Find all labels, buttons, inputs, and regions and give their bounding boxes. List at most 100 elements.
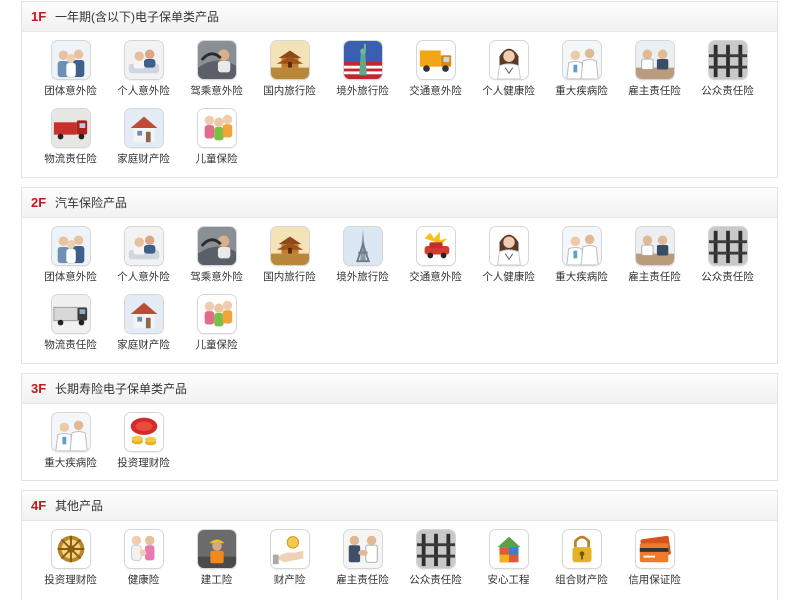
product-item[interactable]: 个人意外险 xyxy=(107,226,180,294)
hand-coin-icon[interactable] xyxy=(269,529,310,569)
product-item[interactable]: 国内旅行险 xyxy=(253,226,326,294)
doctors-icon[interactable] xyxy=(561,40,602,80)
woman-doctor-icon[interactable] xyxy=(488,226,529,266)
gold-wheel-icon[interactable] xyxy=(50,529,91,569)
bridge-structure-icon[interactable] xyxy=(415,529,456,569)
product-item[interactable]: 投资理财险 xyxy=(107,412,180,480)
product-item[interactable]: 家庭财产险 xyxy=(107,108,180,176)
product-label[interactable]: 驾乘意外险 xyxy=(190,85,243,98)
red-lorry-icon[interactable] xyxy=(50,108,91,148)
eiffel-tower-icon[interactable] xyxy=(342,226,383,266)
couple-relaxing-icon[interactable] xyxy=(123,226,164,266)
product-label[interactable]: 物流责任险 xyxy=(44,339,97,352)
couple-relaxing-icon[interactable] xyxy=(123,40,164,80)
group-people-icon[interactable] xyxy=(50,40,91,80)
car-driver-icon[interactable] xyxy=(196,226,237,266)
product-label[interactable]: 投资理财险 xyxy=(44,574,97,587)
product-label[interactable]: 投资理财险 xyxy=(117,457,170,470)
product-label[interactable]: 个人健康险 xyxy=(482,85,535,98)
product-item[interactable]: 公众责任险 xyxy=(691,226,764,294)
children-icon[interactable] xyxy=(196,108,237,148)
product-label[interactable]: 雇主责任险 xyxy=(628,271,681,284)
product-item[interactable]: 物流责任险 xyxy=(34,108,107,176)
product-item[interactable]: 重大疾病险 xyxy=(545,226,618,294)
construction-worker-icon[interactable] xyxy=(196,529,237,569)
product-item[interactable]: 个人意外险 xyxy=(107,40,180,108)
product-item[interactable]: 重大疾病险 xyxy=(34,412,107,480)
product-item[interactable]: 交通意外险 xyxy=(399,226,472,294)
product-label[interactable]: 公众责任险 xyxy=(701,271,754,284)
product-label[interactable]: 雇主责任险 xyxy=(628,85,681,98)
temple-icon[interactable] xyxy=(269,40,310,80)
product-label[interactable]: 公众责任险 xyxy=(701,85,754,98)
product-item[interactable]: 信用保证险 xyxy=(618,529,691,597)
temple-icon[interactable] xyxy=(269,226,310,266)
product-label[interactable]: 交通意外险 xyxy=(409,271,462,284)
family-icon[interactable] xyxy=(123,529,164,569)
product-label[interactable]: 驾乘意外险 xyxy=(190,271,243,284)
business-meeting-icon[interactable] xyxy=(634,226,675,266)
product-label[interactable]: 信用保证险 xyxy=(628,574,681,587)
gold-coins-icon[interactable] xyxy=(123,412,164,452)
children-icon[interactable] xyxy=(196,294,237,334)
product-item[interactable]: 财产险 xyxy=(253,529,326,597)
house-blocks-icon[interactable] xyxy=(488,529,529,569)
product-label[interactable]: 家庭财产险 xyxy=(117,339,170,352)
gold-padlock-icon[interactable] xyxy=(561,529,602,569)
product-item[interactable]: 儿童保险 xyxy=(180,108,253,176)
product-item[interactable]: 雇主责任险 xyxy=(618,40,691,108)
product-label[interactable]: 家庭财产险 xyxy=(117,153,170,166)
bridge-structure-icon[interactable] xyxy=(707,40,748,80)
product-label[interactable]: 儿童保险 xyxy=(196,153,238,166)
bridge-structure-icon[interactable] xyxy=(707,226,748,266)
product-item[interactable]: 重大疾病险 xyxy=(545,40,618,108)
product-label[interactable]: 财产险 xyxy=(274,574,306,587)
house-icon[interactable] xyxy=(123,108,164,148)
product-label[interactable]: 组合财产险 xyxy=(555,574,608,587)
credit-card-icon[interactable] xyxy=(634,529,675,569)
product-item[interactable]: 家庭财产险 xyxy=(107,294,180,362)
doctors-icon[interactable] xyxy=(561,226,602,266)
product-label[interactable]: 个人意外险 xyxy=(117,271,170,284)
product-item[interactable]: 驾乘意外险 xyxy=(180,40,253,108)
woman-doctor-icon[interactable] xyxy=(488,40,529,80)
product-label[interactable]: 个人健康险 xyxy=(482,271,535,284)
product-label[interactable]: 国内旅行险 xyxy=(263,85,316,98)
product-item[interactable]: 境外旅行险 xyxy=(326,40,399,108)
product-label[interactable]: 安心工程 xyxy=(488,574,530,587)
product-label[interactable]: 重大疾病险 xyxy=(555,85,608,98)
product-item[interactable]: 公众责任险 xyxy=(691,40,764,108)
product-item[interactable]: 团体意外险 xyxy=(34,226,107,294)
group-people-icon[interactable] xyxy=(50,226,91,266)
product-item[interactable]: 团体意外险 xyxy=(34,40,107,108)
product-item[interactable]: 个人健康险 xyxy=(472,226,545,294)
product-item[interactable]: 交通意外险 xyxy=(399,40,472,108)
product-label[interactable]: 境外旅行险 xyxy=(336,271,389,284)
lorry-icon[interactable] xyxy=(50,294,91,334)
statue-of-liberty-icon[interactable] xyxy=(342,40,383,80)
product-item[interactable]: 雇主责任险 xyxy=(618,226,691,294)
product-label[interactable]: 国内旅行险 xyxy=(263,271,316,284)
house-icon[interactable] xyxy=(123,294,164,334)
product-item[interactable]: 雇主责任险 xyxy=(326,529,399,597)
product-label[interactable]: 雇主责任险 xyxy=(336,574,389,587)
product-label[interactable]: 交通意外险 xyxy=(409,85,462,98)
car-driver-icon[interactable] xyxy=(196,40,237,80)
car-crash-icon[interactable] xyxy=(415,226,456,266)
product-item[interactable]: 个人健康险 xyxy=(472,40,545,108)
product-item[interactable]: 建工险 xyxy=(180,529,253,597)
truck-icon[interactable] xyxy=(415,40,456,80)
doctors-icon[interactable] xyxy=(50,412,91,452)
product-item[interactable]: 儿童保险 xyxy=(180,294,253,362)
product-label[interactable]: 团体意外险 xyxy=(44,271,97,284)
product-item[interactable]: 组合财产险 xyxy=(545,529,618,597)
business-meeting-icon[interactable] xyxy=(634,40,675,80)
product-label[interactable]: 公众责任险 xyxy=(409,574,462,587)
product-item[interactable]: 公众责任险 xyxy=(399,529,472,597)
product-item[interactable]: 国内旅行险 xyxy=(253,40,326,108)
product-item[interactable]: 驾乘意外险 xyxy=(180,226,253,294)
handshake-icon[interactable] xyxy=(342,529,383,569)
product-label[interactable]: 健康险 xyxy=(128,574,160,587)
product-label[interactable]: 境外旅行险 xyxy=(336,85,389,98)
product-item[interactable]: 投资理财险 xyxy=(34,529,107,597)
